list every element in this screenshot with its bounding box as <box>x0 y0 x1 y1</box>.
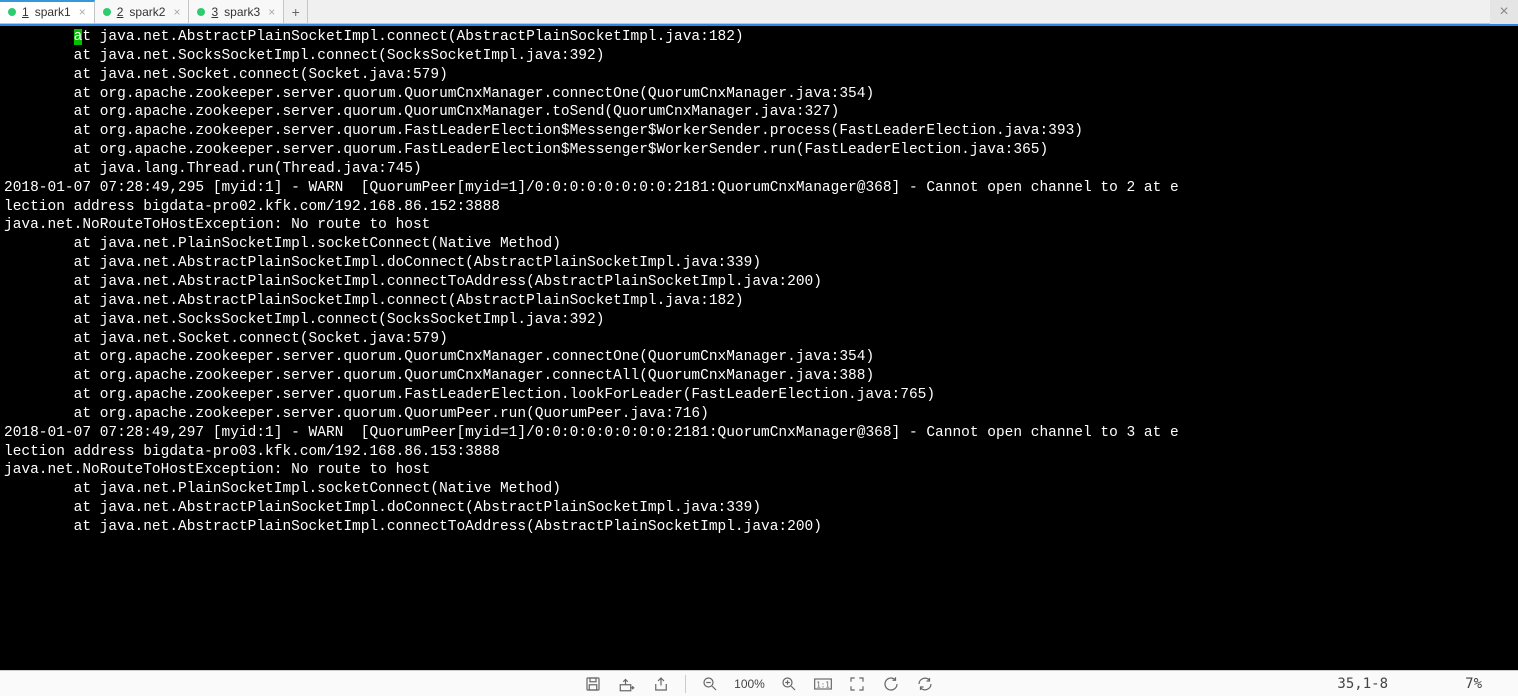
terminal-line: at java.net.SocksSocketImpl.connect(Sock… <box>4 311 1514 330</box>
terminal-line: at java.net.AbstractPlainSocketImpl.conn… <box>4 273 1514 292</box>
export-icon[interactable] <box>651 674 671 694</box>
status-dot-icon <box>103 8 111 16</box>
terminal-line: at java.net.AbstractPlainSocketImpl.doCo… <box>4 254 1514 273</box>
reload-auto-icon[interactable] <box>915 674 935 694</box>
terminal-line: at org.apache.zookeeper.server.quorum.Qu… <box>4 405 1514 424</box>
terminal-line: 2018-01-07 07:28:49,297 [myid:1] - WARN … <box>4 424 1514 443</box>
terminal-line: at org.apache.zookeeper.server.quorum.Fa… <box>4 386 1514 405</box>
scroll-percent: 7% <box>1465 676 1482 692</box>
separator <box>685 675 686 693</box>
close-icon[interactable]: × <box>268 5 275 19</box>
terminal-line: java.net.NoRouteToHostException: No rout… <box>4 216 1514 235</box>
cursor-position: 35,1-8 <box>1337 676 1388 692</box>
svg-text:1:1: 1:1 <box>816 680 830 689</box>
tab-label: spark2 <box>129 5 165 19</box>
tab-label: spark3 <box>224 5 260 19</box>
terminal-line: 2018-01-07 07:28:49,295 [myid:1] - WARN … <box>4 179 1514 198</box>
terminal-line: at java.lang.Thread.run(Thread.java:745) <box>4 160 1514 179</box>
tab-num: 1 <box>22 5 29 19</box>
zoom-level: 100% <box>734 677 765 691</box>
terminal-line: at java.net.AbstractPlainSocketImpl.conn… <box>4 28 1514 47</box>
zoom-out-icon[interactable] <box>700 674 720 694</box>
zoom-reset-icon[interactable]: 1:1 <box>813 674 833 694</box>
terminal-line: lection address bigdata-pro02.kfk.com/19… <box>4 198 1514 217</box>
fit-screen-icon[interactable] <box>847 674 867 694</box>
zoom-in-icon[interactable] <box>779 674 799 694</box>
terminal-line: at org.apache.zookeeper.server.quorum.Fa… <box>4 122 1514 141</box>
terminal-line: java.net.NoRouteToHostException: No rout… <box>4 461 1514 480</box>
close-icon[interactable]: × <box>173 5 180 19</box>
add-tab-button[interactable]: + <box>284 0 308 23</box>
close-panel-button[interactable]: × <box>1490 0 1518 24</box>
terminal-line: at org.apache.zookeeper.server.quorum.Qu… <box>4 85 1514 104</box>
tab-spark3[interactable]: 3 spark3 × <box>189 0 284 23</box>
status-bar: 100% 1:1 35,1-8 7% <box>0 670 1518 696</box>
tab-spark1[interactable]: 1 spark1 × <box>0 0 95 23</box>
tab-num: 3 <box>211 5 218 19</box>
terminal-line: at java.net.AbstractPlainSocketImpl.conn… <box>4 292 1514 311</box>
terminal-line: at org.apache.zookeeper.server.quorum.Qu… <box>4 367 1514 386</box>
terminal-line: at org.apache.zookeeper.server.quorum.Qu… <box>4 103 1514 122</box>
ftp-icon[interactable] <box>617 674 637 694</box>
terminal-line: at java.net.AbstractPlainSocketImpl.conn… <box>4 518 1514 537</box>
status-dot-icon <box>197 8 205 16</box>
reload-icon[interactable] <box>881 674 901 694</box>
terminal-line: lection address bigdata-pro03.kfk.com/19… <box>4 443 1514 462</box>
terminal-line: at java.net.PlainSocketImpl.socketConnec… <box>4 235 1514 254</box>
terminal-line: at java.net.SocksSocketImpl.connect(Sock… <box>4 47 1514 66</box>
tab-spark2[interactable]: 2 spark2 × <box>95 0 190 23</box>
terminal-line: at java.net.PlainSocketImpl.socketConnec… <box>4 480 1514 499</box>
terminal-line: at java.net.Socket.connect(Socket.java:5… <box>4 330 1514 349</box>
status-dot-icon <box>8 8 16 16</box>
tab-label: spark1 <box>35 5 71 19</box>
close-icon[interactable]: × <box>79 5 86 19</box>
tab-num: 2 <box>117 5 124 19</box>
terminal-pane[interactable]: at java.net.AbstractPlainSocketImpl.conn… <box>0 24 1518 670</box>
terminal-line: at java.net.Socket.connect(Socket.java:5… <box>4 66 1514 85</box>
save-icon[interactable] <box>583 674 603 694</box>
terminal-line: at org.apache.zookeeper.server.quorum.Fa… <box>4 141 1514 160</box>
terminal-line: at java.net.AbstractPlainSocketImpl.doCo… <box>4 499 1514 518</box>
terminal-line: at org.apache.zookeeper.server.quorum.Qu… <box>4 348 1514 367</box>
tab-bar: 1 spark1 × 2 spark2 × 3 spark3 × + × <box>0 0 1518 24</box>
